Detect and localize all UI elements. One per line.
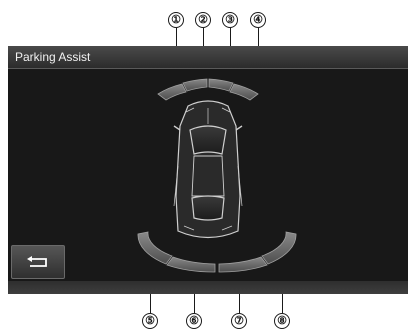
callout-7: ⑦ xyxy=(231,313,247,329)
callout-5: ⑤ xyxy=(142,313,158,329)
callout-2: ② xyxy=(195,12,211,28)
front-sensor-zone-1 xyxy=(157,83,187,101)
parking-assist-screen: Parking Assist xyxy=(8,46,408,294)
parking-scene xyxy=(137,78,297,273)
callout-1: ① xyxy=(168,12,184,28)
front-sensor-zone-4 xyxy=(229,83,259,101)
front-sensor-zone-2 xyxy=(182,78,208,92)
back-button[interactable] xyxy=(11,245,65,279)
rear-sensor-zone-7 xyxy=(218,256,268,273)
callout-6: ⑥ xyxy=(186,313,202,329)
callout-4: ④ xyxy=(250,12,266,28)
rear-sensor-arcs xyxy=(137,231,297,273)
rear-sensor-zone-8 xyxy=(261,231,297,265)
rear-sensor-zone-5 xyxy=(137,231,173,265)
car-icon xyxy=(173,100,243,239)
callout-8: ⑧ xyxy=(274,313,290,329)
bottom-bar xyxy=(8,281,408,294)
callout-3: ③ xyxy=(222,12,238,28)
front-sensor-arcs xyxy=(157,78,259,101)
return-arrow-icon xyxy=(27,256,47,267)
rear-sensor-zone-6 xyxy=(166,256,216,273)
front-sensor-zone-3 xyxy=(208,78,234,92)
